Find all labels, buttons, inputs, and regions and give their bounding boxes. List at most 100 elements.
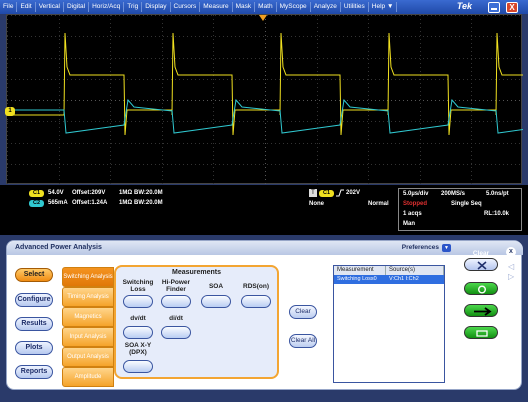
- record-length: RL:10.0k: [484, 211, 510, 217]
- panel-title-bar: Advanced Power Analysis Preferences ▼: [7, 241, 523, 255]
- tab-output-analysis[interactable]: Output Analysis: [62, 347, 114, 367]
- measurement-table[interactable]: Measurement Source(s) Switching Loss0 V:…: [333, 265, 445, 383]
- trigger-source-badge[interactable]: C1: [319, 190, 334, 197]
- tab-input-analysis-label: Input Analysis: [69, 333, 107, 340]
- minimize-button[interactable]: [488, 2, 500, 13]
- menu-cursors[interactable]: Cursors: [171, 2, 201, 12]
- tab-switching-analysis-label: Switching Analysis: [63, 273, 113, 280]
- sample-rate: 200MS/s: [441, 191, 466, 197]
- menu-vertical[interactable]: Vertical: [36, 2, 65, 12]
- menu-utilities[interactable]: Utilities: [341, 2, 369, 12]
- waveform-graticule: [7, 15, 523, 185]
- tab-magnetics[interactable]: Magnetics: [62, 307, 114, 327]
- analysis-tabs: Switching Analysis Timing Analysis Magne…: [62, 267, 114, 387]
- run-button[interactable]: [464, 326, 498, 339]
- acq-status: Stopped: [403, 201, 427, 207]
- menu-bar: File Edit Vertical Digital Horiz/Acq Tri…: [0, 0, 528, 14]
- acquisition-readout[interactable]: 5.0µs/div 200MS/s 5.0ns/pt Stopped Singl…: [398, 188, 522, 231]
- rds-on-button[interactable]: [241, 295, 271, 308]
- ch2-scale: 565mA: [48, 200, 68, 206]
- menu-measure[interactable]: Measure: [200, 2, 233, 12]
- menu-analyze[interactable]: Analyze: [311, 2, 341, 12]
- acq-seq-mode: Single Seq: [451, 201, 482, 207]
- trigger-type-icon[interactable]: T: [309, 189, 317, 197]
- table-row[interactable]: Switching Loss0 V:Ch1 I:Ch2: [334, 275, 444, 284]
- tab-timing-analysis-label: Timing Analysis: [67, 293, 109, 300]
- trigger-mode: Normal: [368, 201, 389, 207]
- select-button[interactable]: Select: [15, 268, 53, 282]
- measurements-group: Measurements Switching Loss Hi-Power Fin…: [114, 265, 279, 379]
- switching-loss-button[interactable]: [123, 295, 153, 308]
- soa-xy-dpx-button[interactable]: [123, 360, 153, 373]
- recalc-label: Recalc: [470, 274, 492, 281]
- soa-xy-dpx-label: SOA X-Y (DPX): [124, 342, 152, 356]
- hi-power-finder-button[interactable]: [161, 295, 191, 308]
- scroll-arrow-right-icon[interactable]: ▷: [508, 272, 514, 281]
- trigger-level: 202V: [346, 190, 361, 196]
- soa-button[interactable]: [201, 295, 231, 308]
- run-control-panel: x ◁ ▷ Clear Recalc Single Run: [458, 240, 522, 374]
- row-sources: V:Ch1 I:Ch2: [389, 276, 419, 282]
- panel-title: Advanced Power Analysis: [15, 244, 102, 251]
- tab-magnetics-label: Magnetics: [74, 313, 102, 320]
- menu-trig[interactable]: Trig: [124, 2, 143, 12]
- configure-button[interactable]: Configure: [15, 293, 53, 307]
- ch2-impedance: 1MΩ: [119, 200, 133, 206]
- ch1-scale: 54.0V: [48, 190, 64, 196]
- tab-timing-analysis[interactable]: Timing Analysis: [62, 287, 114, 307]
- scroll-arrow-icon[interactable]: ◁: [508, 262, 514, 271]
- results-button[interactable]: Results: [15, 317, 53, 331]
- run-loop-icon: [476, 330, 488, 337]
- ch1-badge[interactable]: C1: [29, 190, 44, 197]
- help-dropdown-icon: ▼: [386, 3, 394, 10]
- preferences-dropdown-icon[interactable]: ▼: [442, 244, 451, 252]
- time-per-div: 5.0µs/div: [403, 191, 429, 197]
- waveform-display[interactable]: 1: [5, 14, 523, 185]
- clear-label: Clear: [472, 250, 490, 257]
- menu-file[interactable]: File: [0, 2, 18, 12]
- trigger-coupling: None: [309, 201, 324, 207]
- reports-button[interactable]: Reports: [15, 365, 53, 379]
- tab-switching-analysis[interactable]: Switching Analysis: [62, 267, 114, 287]
- ch2-bandwidth: BW:20.0M: [134, 200, 163, 206]
- menu-math[interactable]: Math: [255, 2, 277, 12]
- ch1-bandwidth: BW:20.0M: [134, 190, 163, 196]
- column-header-measurement: Measurement: [334, 266, 386, 275]
- ch1-ground-marker-icon[interactable]: 1: [5, 107, 15, 116]
- tab-output-analysis-label: Output Analysis: [67, 353, 109, 360]
- menu-mask[interactable]: Mask: [233, 2, 256, 12]
- horizontal-mode: Man: [403, 221, 415, 227]
- switching-loss-label: Switching Loss: [122, 279, 154, 293]
- trigger-marker-icon[interactable]: [259, 15, 267, 21]
- close-button[interactable]: X: [506, 2, 518, 13]
- menu-myscope[interactable]: MyScope: [277, 2, 311, 12]
- menu-digital[interactable]: Digital: [64, 2, 90, 12]
- menu-edit[interactable]: Edit: [17, 2, 36, 12]
- measurements-heading: Measurements: [171, 269, 222, 276]
- single-button[interactable]: [464, 304, 498, 317]
- clear-button[interactable]: Clear: [289, 305, 317, 319]
- plots-button[interactable]: Plots: [15, 341, 53, 355]
- single-arrow-icon: [474, 307, 492, 316]
- ch1-offset: Offset:209V: [72, 190, 106, 196]
- column-header-sources: Source(s): [386, 266, 444, 275]
- clear-all-button[interactable]: Clear All: [289, 334, 317, 348]
- tab-amplitude[interactable]: Amplitude: [62, 367, 114, 387]
- menu-horiz-acq[interactable]: Horiz/Acq: [89, 2, 125, 12]
- hi-power-finder-label: Hi-Power Finder: [161, 279, 191, 293]
- menu-display[interactable]: Display: [142, 2, 171, 12]
- recalc-button[interactable]: [464, 282, 498, 295]
- menu-help-label: Help: [371, 3, 386, 10]
- ch2-badge[interactable]: C2: [29, 200, 44, 207]
- tab-input-analysis[interactable]: Input Analysis: [62, 327, 114, 347]
- panel-close-icon[interactable]: x: [506, 247, 516, 257]
- run-label: Run: [474, 318, 488, 325]
- preferences-link[interactable]: Preferences: [402, 244, 439, 251]
- clear-data-button[interactable]: [464, 258, 498, 271]
- dv-dt-button[interactable]: [123, 326, 153, 339]
- di-dt-button[interactable]: [161, 326, 191, 339]
- di-dt-label: di/dt: [169, 315, 183, 322]
- row-measurement: Switching Loss0: [337, 276, 377, 282]
- menu-help[interactable]: Help ▼: [369, 2, 398, 12]
- rds-on-label: RDS(on): [243, 283, 269, 290]
